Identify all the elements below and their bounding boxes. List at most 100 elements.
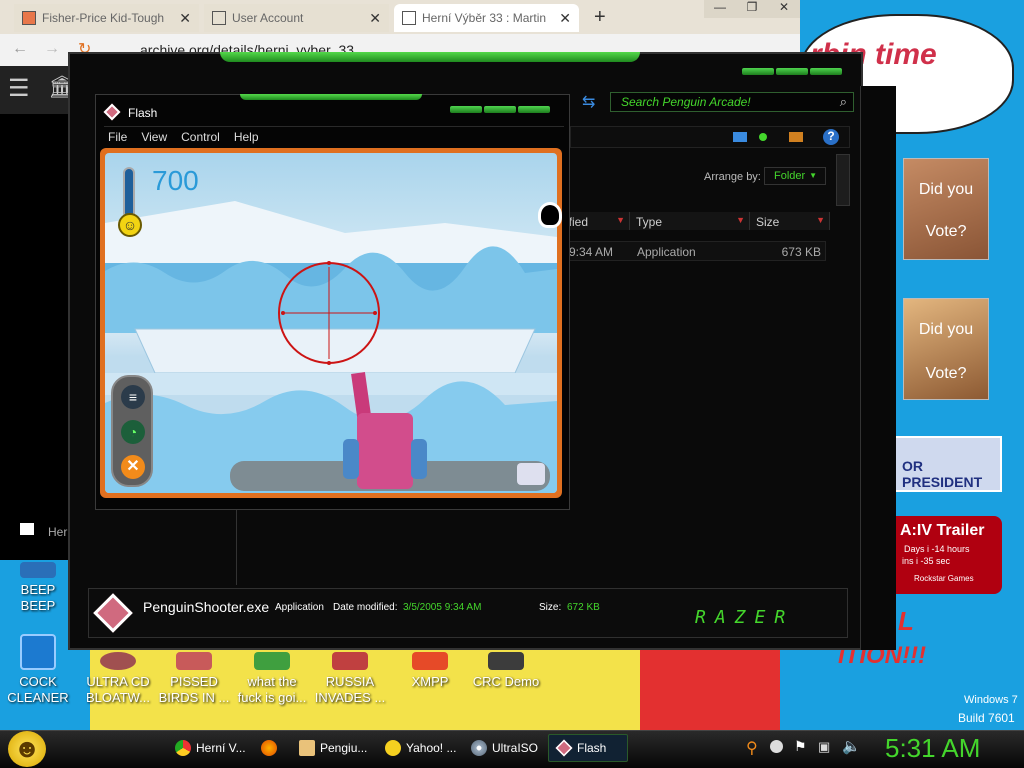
flash-title: Flash <box>128 106 158 120</box>
preview-icon[interactable] <box>759 133 767 141</box>
tab-user-account[interactable]: User Account ✕ <box>204 4 389 32</box>
archive-favicon <box>212 11 226 25</box>
desktop-icon-cock-cleaner[interactable]: COCK CLEANER <box>0 634 82 706</box>
chrome-icon <box>175 740 191 756</box>
tab-fisher-price[interactable]: Fisher-Price Kid-Tough ✕ <box>14 4 199 32</box>
menu-file[interactable]: File <box>108 130 127 144</box>
maximize-icon[interactable]: ❐ <box>736 0 768 18</box>
trailer-banner: A:IV Trailer Days i -14 hours ins i -35 … <box>880 516 1002 594</box>
desktop-icon-russia[interactable]: RUSSIA INVADES ... <box>306 652 394 706</box>
menu-help[interactable]: Help <box>234 130 259 144</box>
close-icon[interactable]: ✕ <box>768 0 800 18</box>
taskbar-item-ultraiso[interactable]: UltraISO <box>464 734 542 762</box>
maximize-button[interactable] <box>484 106 516 113</box>
sound-toggle-icon[interactable]: ◔ <box>121 420 145 444</box>
smiley-icon: ☺ <box>118 213 142 237</box>
tray-flag-icon[interactable]: ⚑ <box>794 738 807 755</box>
cd-icon <box>100 652 136 670</box>
folder-icon <box>299 740 315 756</box>
crc-icon <box>488 652 524 670</box>
firefox-icon <box>261 740 277 756</box>
game-canvas[interactable]: ☺ 700 ≡ ◔ ✕ <box>105 153 557 493</box>
crosshair-dot-left <box>281 311 285 315</box>
taskbar-clock[interactable]: 5:31 AM <box>885 733 980 764</box>
russia-icon <box>332 652 368 670</box>
flash-diamond-icon <box>555 739 573 757</box>
president-banner: OR PRESIDENT <box>886 436 1002 492</box>
poll-image-2: Did you Vote? <box>903 298 989 400</box>
minimize-button[interactable] <box>742 68 774 75</box>
tray-volume-icon[interactable]: 🔈 <box>842 737 861 755</box>
menu-view[interactable]: View <box>141 130 167 144</box>
taskbar-item-chrome[interactable]: Herní V... <box>168 734 246 762</box>
close-tab-icon[interactable]: ✕ <box>179 10 191 27</box>
menu-control[interactable]: Control <box>181 130 220 144</box>
chevron-down-icon: ▼ <box>809 171 817 180</box>
crosshair-dot-right <box>373 311 377 315</box>
game-side-panel: ≡ ◔ ✕ <box>111 375 153 487</box>
desktop-icon-pissed-birds[interactable]: PISSED BIRDS IN ... <box>150 652 238 706</box>
column-type[interactable]: Type ▼ <box>630 212 750 230</box>
flash-window-buttons <box>450 106 550 113</box>
back-icon[interactable]: ← <box>12 40 28 58</box>
new-tab-button[interactable]: + <box>594 6 606 29</box>
archive-favicon <box>402 11 416 25</box>
tray-search-icon[interactable]: ⚲ <box>746 738 758 758</box>
desktop-icon-ultra-cd[interactable]: ULTRA CD BLOATW... <box>74 652 162 706</box>
window-controls: — ❐ ✕ <box>704 0 800 18</box>
file-row[interactable]: 9:34 AM Application 673 KB <box>560 241 826 261</box>
tray-network-icon[interactable]: ▣ <box>818 739 830 755</box>
maximize-button[interactable] <box>776 68 808 75</box>
flash-menubar: File View Control Help <box>104 126 564 146</box>
explorer-right-frame <box>860 86 896 650</box>
sort-arrow-icon: ▼ <box>736 215 745 225</box>
crosshair-dot-top <box>327 261 331 265</box>
column-date-modified[interactable]: ified ▼ <box>560 212 630 230</box>
taskbar-item-flash[interactable]: Flash <box>548 734 628 762</box>
quit-icon[interactable]: ✕ <box>121 455 145 479</box>
poll-image-1: Did you Vote? <box>903 158 989 260</box>
xmpp-icon <box>412 652 448 670</box>
search-icon[interactable]: ⌕ <box>840 94 847 110</box>
tab-favicon <box>22 11 36 25</box>
wallpaper-red-area <box>640 640 780 730</box>
start-button[interactable]: ☻ <box>8 731 46 767</box>
details-size-value: 672 KB <box>567 602 600 613</box>
details-size-label: Size: <box>539 602 562 613</box>
column-size[interactable]: Size ▼ <box>750 212 830 230</box>
close-button[interactable] <box>810 68 842 75</box>
arrange-dropdown[interactable]: Folder ▼ <box>764 167 826 185</box>
birds-icon <box>176 652 212 670</box>
minimize-button[interactable] <box>450 106 482 113</box>
desktop-icon-beep[interactable]: BEEP BEEP <box>0 562 82 614</box>
tray-status-icon[interactable] <box>770 740 783 753</box>
tab-herni-vyber[interactable]: Herní Výběr 33 : Martin ✕ <box>394 4 579 32</box>
hamburger-icon[interactable]: ☰ <box>8 74 30 103</box>
close-tab-icon[interactable]: ✕ <box>369 10 381 27</box>
refresh-icon[interactable]: ⇆ <box>582 92 595 112</box>
close-button[interactable] <box>518 106 550 113</box>
close-tab-icon[interactable]: ✕ <box>559 10 571 27</box>
minimize-icon[interactable]: — <box>704 0 736 18</box>
desktop-icon-crc-demo[interactable]: CRC Demo <box>462 652 550 690</box>
view-icon[interactable] <box>733 132 747 142</box>
crosshair[interactable] <box>279 261 379 365</box>
menu-scroll-icon[interactable]: ≡ <box>121 385 145 409</box>
help-icon[interactable]: ? <box>823 129 839 145</box>
forward-icon[interactable]: → <box>44 40 60 58</box>
desktop-icon-xmpp[interactable]: XMPP <box>386 652 474 690</box>
taskbar-item-penguin[interactable]: Pengiu... <box>292 734 370 762</box>
explorer-scrollbar[interactable] <box>836 154 850 206</box>
beep-icon <box>20 562 56 578</box>
taskbar-item-firefox[interactable] <box>254 734 284 762</box>
taskbar-item-yahoo[interactable]: Yahoo! ... <box>378 734 458 762</box>
desktop-icon-what-the[interactable]: what the fuck is goi... <box>228 652 316 706</box>
details-date-label: Date modified: <box>333 602 398 613</box>
folder-icon[interactable] <box>789 132 803 142</box>
razer-logo: RAZER <box>695 607 795 628</box>
windows-watermark-2: Build 7601 <box>958 711 1015 725</box>
edition-text-1: L <box>898 606 914 636</box>
details-pane: PenguinShooter.exe Application Date modi… <box>88 588 848 638</box>
search-box[interactable]: Search Penguin Arcade! ⌕ <box>610 92 854 112</box>
cleaner-icon <box>20 634 56 670</box>
